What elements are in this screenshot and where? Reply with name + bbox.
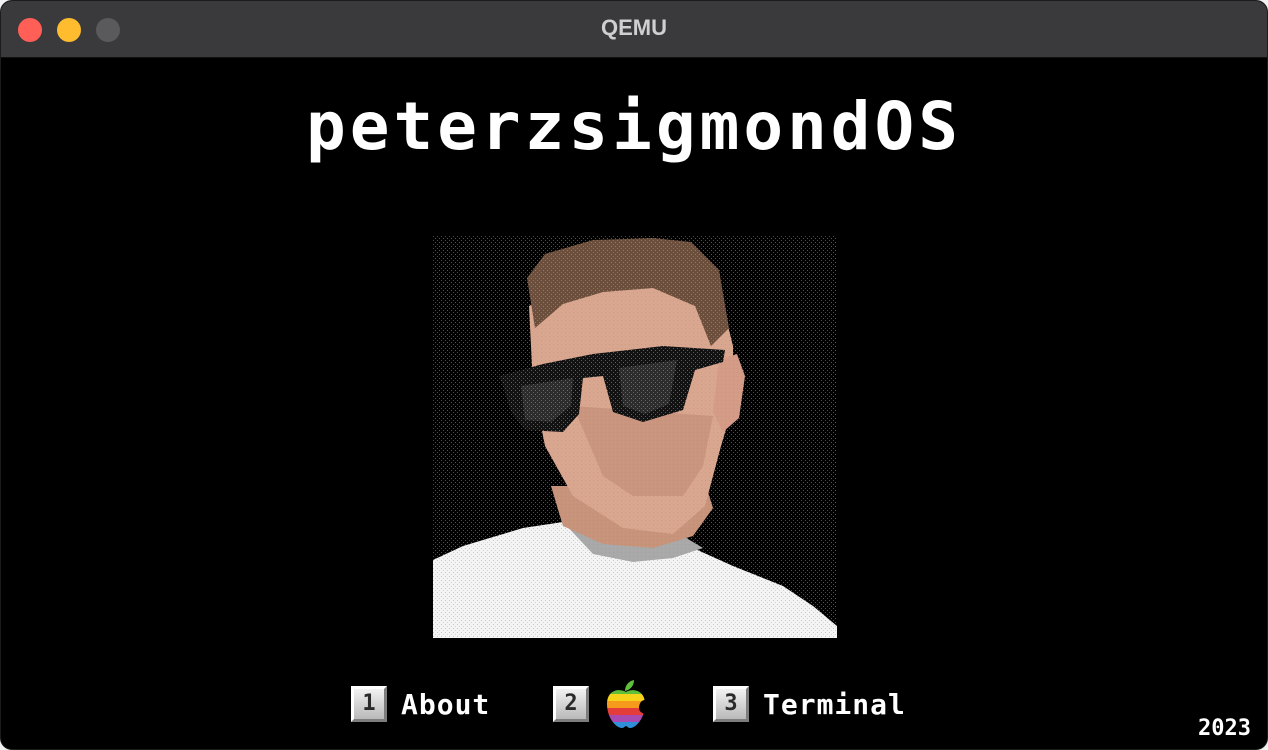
key-badge: 3: [713, 686, 749, 722]
emulator-screen[interactable]: peterzsigmondOS 1 About 2 3 Terminal 202…: [1, 58, 1267, 749]
window-title: QEMU: [601, 15, 667, 40]
qemu-window: QEMU peterzsigmondOS 1 About 2 3 Termina…: [0, 0, 1268, 750]
portrait-image: [433, 236, 837, 638]
menu-item-apple[interactable]: 2: [553, 680, 649, 728]
menu-item-about[interactable]: 1 About: [351, 682, 490, 726]
menu-item-label: Terminal: [763, 687, 906, 721]
menu-item-terminal[interactable]: 3 Terminal: [713, 682, 906, 726]
year-label: 2023: [1198, 716, 1251, 741]
key-badge: 1: [351, 686, 387, 722]
rainbow-apple-icon: [607, 680, 647, 728]
key-badge: 2: [553, 686, 589, 722]
menu-item-label: About: [401, 687, 491, 721]
title-bar[interactable]: QEMU: [1, 1, 1267, 58]
os-title: peterzsigmondOS: [305, 88, 963, 165]
